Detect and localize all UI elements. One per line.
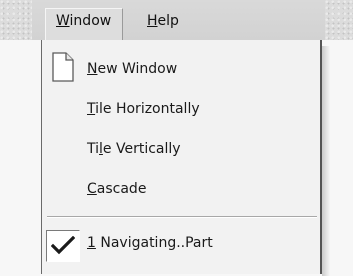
menu-item-mnemonic: T <box>87 101 96 117</box>
menu-item-mnemonic: C <box>87 181 97 197</box>
menu-window[interactable]: Window <box>45 8 123 40</box>
menu-item-label-post: ew Window <box>97 61 178 77</box>
menu-window-label-post: indow <box>69 13 112 29</box>
menu-bar-edge <box>0 0 32 40</box>
dropdown-shadow <box>322 46 330 276</box>
menu-item-tile-vertically[interactable]: Tile Vertically <box>42 134 320 164</box>
window-menu-dropdown: New Window Tile Horizontally Tile Vertic… <box>41 40 330 276</box>
menu-item-label-pre: Ti <box>87 141 100 157</box>
menu-item-label-post: ascade <box>96 181 147 197</box>
menu-window-mnemonic: W <box>56 13 70 29</box>
menu-item-mnemonic: 1 <box>87 235 96 251</box>
menu-help-label-post: elp <box>157 13 179 29</box>
menu-help[interactable]: Help <box>137 9 189 39</box>
menu-help-mnemonic: H <box>147 13 158 29</box>
menu-item-new-window[interactable]: New Window <box>42 54 320 84</box>
menu-bar-edge <box>325 0 353 40</box>
menu-item-cascade[interactable]: Cascade <box>42 174 320 204</box>
menu-item-mnemonic: N <box>87 61 98 77</box>
menu-item-label-post: Navigating..Part <box>95 235 213 251</box>
menu-item-label-post: e Vertically <box>102 141 181 157</box>
menu-item-tile-horizontally[interactable]: Tile Horizontally <box>42 94 320 124</box>
menu-separator <box>47 216 317 218</box>
menu-bar: Window Help <box>0 0 353 40</box>
menu-item-open-window-1[interactable]: 1 Navigating..Part <box>42 228 320 258</box>
menu-item-label-post: ile Horizontally <box>95 101 200 117</box>
